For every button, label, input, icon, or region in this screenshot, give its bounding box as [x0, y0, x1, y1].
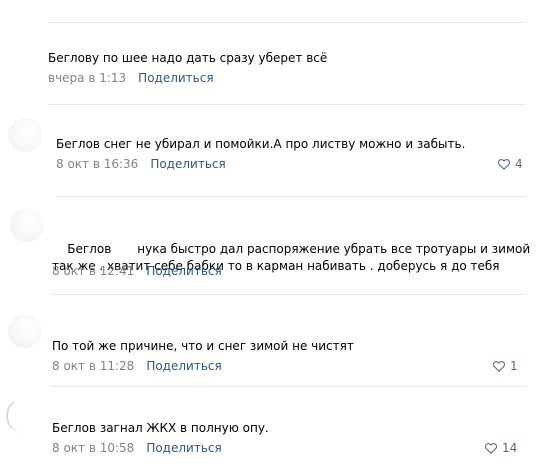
- comment-item: Беглов снег не убирал и помойки.А про ли…: [0, 128, 556, 188]
- comment-meta: 8 окт в 10:58 Поделиться: [52, 441, 222, 456]
- comment-item: Беглов нука быстро дал распоряжение убрат…: [0, 220, 556, 290]
- comment-meta: 8 окт в 12:41 Поделиться: [52, 264, 222, 279]
- heart-icon: [484, 442, 498, 454]
- comment-date[interactable]: 8 окт в 10:58: [52, 441, 134, 455]
- share-button[interactable]: Поделиться: [146, 359, 221, 373]
- comment-item: Беглов загнал ЖКХ в полную опу. 8 окт в …: [0, 414, 556, 464]
- comment-date[interactable]: 8 окт в 12:41: [52, 264, 134, 278]
- divider: [56, 196, 526, 197]
- comment-date[interactable]: 8 окт в 16:36: [56, 157, 138, 171]
- like-count: 4: [515, 157, 523, 171]
- divider: [48, 22, 526, 23]
- comment-text: Беглов снег не убирал и помойки.А про ли…: [56, 137, 466, 151]
- comment-text: По той же причине, что и снег зимой не ч…: [52, 339, 354, 353]
- heart-icon: [492, 360, 506, 372]
- comment-item: По той же причине, что и снег зимой не ч…: [0, 330, 556, 380]
- share-button[interactable]: Поделиться: [150, 157, 225, 171]
- comment-date[interactable]: 8 окт в 11:28: [52, 359, 134, 373]
- share-button[interactable]: Поделиться: [138, 71, 213, 85]
- comment-text: Беглов нука быстро дал распоряжение убрат…: [52, 224, 530, 292]
- comment-date[interactable]: вчера в 1:13: [48, 71, 126, 85]
- comment-meta: 8 окт в 11:28 Поделиться: [52, 359, 222, 374]
- like-count: 14: [502, 441, 518, 455]
- like-button[interactable]: 4: [497, 157, 523, 171]
- comment-text: Беглову по шее надо дать сразу уберет вс…: [48, 51, 328, 65]
- like-count: 1: [510, 359, 518, 373]
- divider: [52, 294, 526, 295]
- comment-text-part: Беглов: [67, 242, 112, 256]
- comment-meta: 8 окт в 16:36 Поделиться: [56, 157, 226, 172]
- comment-text-part: нука быстро дал распоряжение убрать все …: [137, 242, 531, 256]
- share-button[interactable]: Поделиться: [146, 441, 221, 455]
- comment-item: Беглову по шее надо дать сразу уберет вс…: [0, 40, 556, 100]
- divider: [52, 386, 526, 387]
- heart-icon: [497, 158, 511, 170]
- share-button[interactable]: Поделиться: [146, 264, 221, 278]
- like-button[interactable]: 1: [492, 359, 518, 373]
- divider: [48, 104, 526, 105]
- comment-text: Беглов загнал ЖКХ в полную опу.: [52, 421, 269, 435]
- comment-meta: вчера в 1:13 Поделиться: [48, 71, 214, 86]
- like-button[interactable]: 14: [484, 441, 517, 455]
